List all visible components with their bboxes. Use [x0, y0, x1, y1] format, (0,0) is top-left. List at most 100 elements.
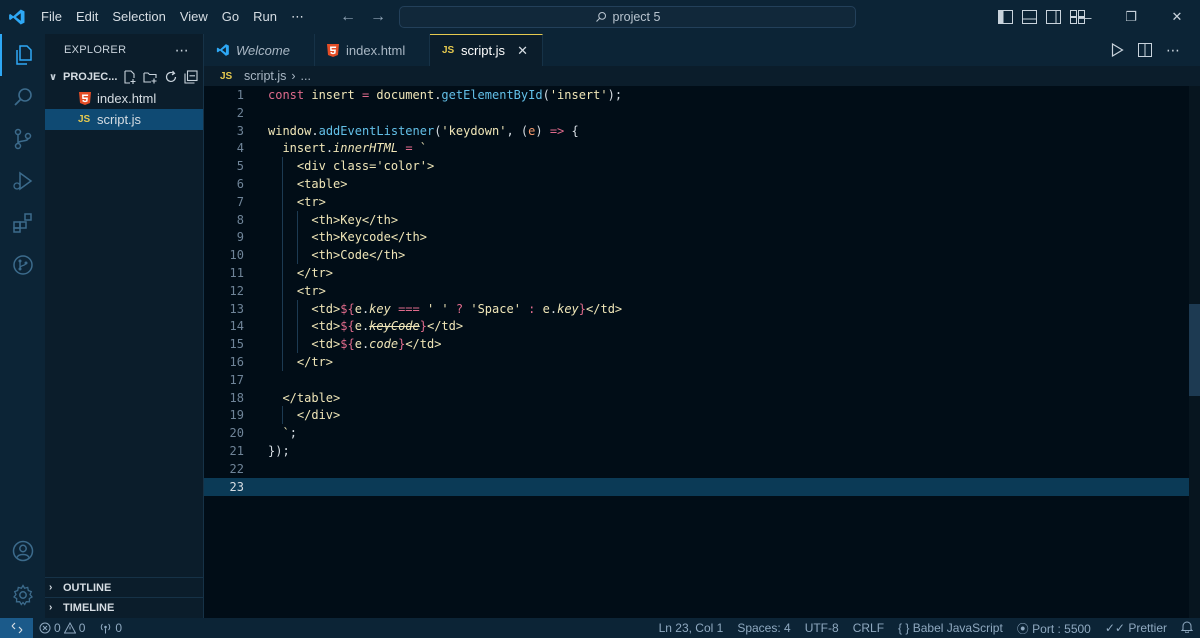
ports-indicator[interactable]: 0	[99, 621, 122, 635]
source-control-icon[interactable]	[0, 118, 45, 160]
warning-icon	[63, 622, 76, 634]
cursor-position[interactable]: Ln 23, Col 1	[652, 621, 731, 635]
code-line[interactable]: 12 <tr>	[204, 281, 1189, 300]
live-server-port[interactable]: ⦿ Port : 5500	[1010, 620, 1098, 637]
file-name: script.js	[97, 112, 142, 127]
language-label: Babel JavaScript	[912, 621, 1003, 635]
back-arrow-icon[interactable]: ←	[340, 8, 356, 26]
warning-count: 0	[78, 621, 86, 635]
menu-file[interactable]: File	[34, 0, 69, 34]
menu-more[interactable]: ⋯	[284, 0, 311, 34]
code-line[interactable]: 4 insert.innerHTML = `	[204, 139, 1189, 157]
code-line[interactable]: 2	[204, 104, 1189, 122]
project-folder-row[interactable]: ∨ PROJEC...	[45, 66, 203, 88]
menu-selection[interactable]: Selection	[105, 0, 172, 34]
file-index-html[interactable]: index.html	[45, 88, 203, 109]
menu-go[interactable]: Go	[215, 0, 246, 34]
notifications-bell-icon[interactable]	[1174, 620, 1200, 636]
line-number: 15	[229, 337, 244, 352]
code-line[interactable]: 22	[204, 460, 1189, 478]
code-line[interactable]: 17	[204, 371, 1189, 389]
code-line[interactable]: 9 <th>Keycode</th>	[204, 228, 1189, 247]
indent-guide	[296, 317, 298, 336]
remote-indicator-icon[interactable]	[0, 618, 33, 638]
toggle-secondary-sidebar-icon[interactable]	[1045, 9, 1061, 25]
code-line[interactable]: 6 <table>	[204, 175, 1189, 193]
extensions-icon[interactable]	[0, 202, 45, 244]
scrollbar-thumb[interactable]	[1189, 304, 1200, 396]
menu-edit[interactable]: Edit	[69, 0, 105, 34]
close-window-button[interactable]: ✕	[1154, 0, 1200, 34]
encoding[interactable]: UTF-8	[798, 621, 846, 635]
new-file-icon[interactable]	[123, 70, 137, 84]
code-line[interactable]: 11 </tr>	[204, 264, 1189, 282]
menu-view[interactable]: View	[173, 0, 215, 34]
line-number: 22	[229, 461, 244, 476]
run-file-icon[interactable]	[1111, 43, 1124, 57]
tab-script-js[interactable]: JS script.js ✕	[430, 34, 543, 66]
toggle-primary-sidebar-icon[interactable]	[997, 9, 1013, 25]
code-line[interactable]: 7 <tr>	[204, 192, 1189, 211]
code-line[interactable]: 21});	[204, 442, 1189, 460]
problems-indicator[interactable]: 0 0	[39, 621, 85, 635]
breadcrumb-symbol[interactable]: ...	[301, 69, 311, 83]
code-line[interactable]: 8 <th>Key</th>	[204, 210, 1189, 229]
code-text: <th>Key</th>	[268, 211, 398, 229]
timeline-section[interactable]: › TIMELINE	[45, 597, 204, 617]
code-editor[interactable]: 1 const insert = document.getElementById(…	[204, 86, 1200, 618]
code-token: </td>	[405, 337, 442, 352]
code-line[interactable]: 10 <th>Code</th>	[204, 246, 1189, 265]
git-graph-icon[interactable]	[0, 244, 45, 286]
settings-gear-icon[interactable]	[0, 574, 45, 616]
code-line[interactable]: 23	[204, 477, 1189, 496]
end-of-line[interactable]: CRLF	[846, 621, 891, 635]
more-actions-icon[interactable]: ⋯	[1166, 42, 1180, 59]
new-folder-icon[interactable]	[143, 70, 158, 84]
html-icon	[327, 43, 339, 57]
tab-welcome[interactable]: Welcome	[204, 34, 315, 66]
tab-index-html[interactable]: index.html	[315, 34, 430, 66]
breadcrumb: JS script.js › ...	[204, 66, 1200, 86]
code-line[interactable]: 5 <div class='color'>	[204, 157, 1189, 176]
code-line[interactable]: 3 window.addEventListener('keydown', (e) …	[204, 122, 1189, 140]
breadcrumb-file[interactable]: script.js	[244, 69, 286, 83]
refresh-icon[interactable]	[164, 70, 178, 84]
code-line[interactable]: 16 </tr>	[204, 353, 1189, 371]
code-token: window	[268, 123, 312, 138]
code-line[interactable]: 13 <td>${e.key === ' ' ? 'Space' : e.key…	[204, 299, 1189, 318]
code-token: keyCode	[369, 319, 420, 334]
code-token: });	[268, 444, 290, 458]
forward-arrow-icon[interactable]: →	[370, 8, 386, 26]
file-script-js[interactable]: JS script.js	[45, 109, 203, 130]
search-icon[interactable]	[0, 76, 45, 118]
code-line[interactable]: 19 </div>	[204, 406, 1189, 425]
code-token: :	[520, 301, 543, 316]
code-token: ?	[448, 301, 471, 316]
code-token: );	[607, 88, 623, 102]
code-line[interactable]: 18 </table>	[204, 389, 1189, 407]
indentation[interactable]: Spaces: 4	[730, 621, 797, 635]
menu-run[interactable]: Run	[246, 0, 284, 34]
explorer-icon[interactable]	[0, 34, 45, 76]
indent-guide	[282, 317, 284, 336]
code-line[interactable]: 20 `;	[204, 424, 1189, 442]
split-editor-icon[interactable]	[1138, 43, 1152, 57]
run-debug-icon[interactable]	[0, 160, 45, 202]
more-actions-icon[interactable]: ⋯	[175, 42, 189, 59]
code-line[interactable]: 14 <td>${e.keyCode}</td>	[204, 317, 1189, 336]
prettier-status[interactable]: ✓✓ Prettier	[1098, 621, 1174, 635]
toggle-panel-icon[interactable]	[1021, 9, 1037, 25]
account-icon[interactable]	[0, 530, 45, 572]
code-token: ${	[340, 301, 355, 316]
vertical-scrollbar[interactable]	[1189, 86, 1200, 618]
code-line[interactable]: 1 const insert = document.getElementById(…	[204, 86, 1189, 104]
close-tab-icon[interactable]: ✕	[517, 43, 528, 59]
language-mode[interactable]: { } Babel JavaScript	[891, 621, 1010, 635]
code-line[interactable]: 15 <td>${e.code}</td>	[204, 335, 1189, 354]
outline-section[interactable]: › OUTLINE	[45, 577, 204, 597]
restore-button[interactable]: ❐	[1108, 0, 1154, 34]
collapse-all-icon[interactable]	[184, 70, 198, 84]
code-token: .	[549, 301, 558, 316]
command-center-search[interactable]: project 5	[399, 6, 856, 28]
minimize-button[interactable]: —	[1062, 0, 1108, 34]
